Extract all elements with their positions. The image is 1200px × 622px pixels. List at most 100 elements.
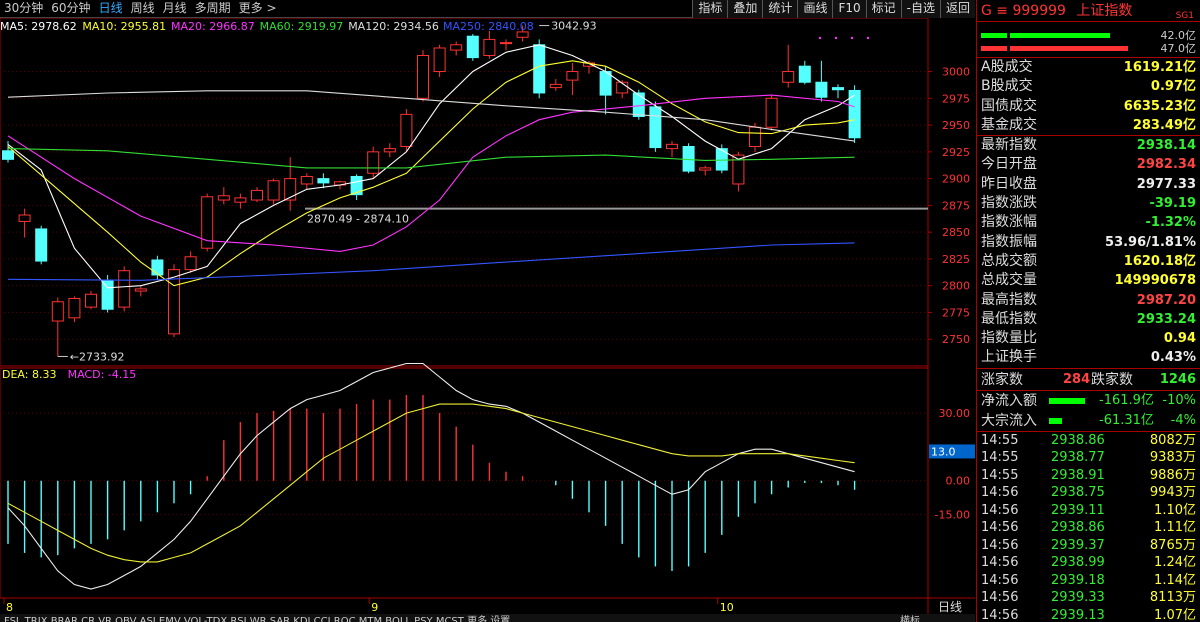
date-label: 8	[6, 601, 13, 614]
tick-price: 2939.11	[1051, 502, 1105, 518]
index-stat-value: -39.19	[1149, 196, 1196, 212]
toolbar-button-5[interactable]: 标记	[865, 0, 901, 18]
ma-legend-4: MA120: 2934.56	[348, 20, 439, 33]
candle-body	[798, 65, 811, 83]
period-tab-5[interactable]: 多周期	[191, 0, 235, 18]
candle-body	[599, 71, 612, 96]
tick-volume: 1.07亿	[1154, 607, 1196, 622]
annotation-label-0: 3042.93	[551, 20, 597, 33]
toolbar-button-1[interactable]: 叠加	[727, 0, 763, 18]
candle-body	[267, 180, 280, 201]
tick-time: 14:56	[981, 485, 1019, 501]
tick-volume: 1.11亿	[1154, 520, 1196, 536]
candle-body	[18, 214, 31, 222]
tick-price: 2939.18	[1051, 572, 1105, 588]
toolbar-button-4[interactable]: F10	[832, 0, 866, 18]
macd-legend-1: MACD: -4.15	[68, 368, 137, 381]
tick-volume: 8113万	[1149, 590, 1196, 606]
turnover-row-2: 国债成交 6635.23亿	[977, 97, 1200, 116]
fund-flow-label: 净流入额	[981, 392, 1037, 409]
tick-volume: 9886万	[1149, 467, 1196, 483]
toolbar-button-2[interactable]: 统计	[762, 0, 798, 18]
candle-body	[300, 175, 313, 185]
index-stat-value: 0.43%	[1150, 350, 1196, 366]
tick-price: 2938.91	[1051, 467, 1105, 483]
tick-time: 14:55	[981, 467, 1019, 483]
kline-chart-area[interactable]: 3000 2975 2950 2925 2900 2875 2850 2825 2800 2775…	[0, 18, 975, 622]
index-stat-row-8: 最高指数 2987.20	[977, 291, 1200, 310]
toolbar-button-0[interactable]: 指标	[692, 0, 728, 18]
up-count-label: 涨家数	[981, 371, 1023, 388]
fund-flow-pct: -10%	[1162, 392, 1196, 408]
period-tab-4[interactable]: 月线	[159, 0, 191, 18]
index-stat-row-1: 今日开盘 2982.34	[977, 155, 1200, 174]
index-stat-value: 2977.33	[1136, 176, 1196, 192]
ratio-bars: 42.0亿 47.0亿	[977, 22, 1200, 58]
tick-row-9: 14:56 2939.33 8113万	[977, 589, 1200, 607]
index-stat-label: 总成交量	[981, 272, 1037, 289]
fund-flow-value: -61.31亿	[1099, 412, 1154, 428]
advance-decline-row: 涨家数 284 跌家数 1246	[977, 369, 1200, 391]
kline-chart-svg[interactable]: 3000 2975 2950 2925 2900 2875 2850 2825 2800 2775…	[0, 18, 975, 622]
toolbar-button-6[interactable]: -自选	[900, 0, 940, 18]
index-stat-row-4: 指数涨幅 -1.32%	[977, 213, 1200, 232]
ma-legend-3: MA60: 2919.97	[260, 20, 344, 33]
tick-time: 14:56	[981, 607, 1019, 622]
fund-flow-row-1: 大宗流入 -61.31亿 -4%	[977, 411, 1200, 431]
index-stat-label: 指数涨幅	[981, 214, 1037, 231]
right-tab: 横标	[900, 614, 920, 622]
turnover-label: B股成交	[981, 78, 1033, 95]
ma-legend-1: MA10: 2955.81	[82, 20, 166, 33]
candle-body	[400, 113, 413, 147]
candle-body	[317, 178, 330, 184]
index-stat-value: 2933.24	[1136, 311, 1196, 327]
tick-price: 2938.86	[1051, 432, 1105, 448]
stock-code: G ≡ 999999	[981, 3, 1066, 19]
candle-body	[118, 270, 131, 308]
period-tabs: 30分钟 60分钟 日线 周线 月线 多周期 更多 >	[0, 0, 281, 18]
tick-volume: 8765万	[1149, 537, 1196, 553]
candle-body	[483, 38, 496, 56]
candle-body	[217, 195, 230, 201]
period-label: 日线	[938, 600, 962, 614]
tick-list[interactable]: 14:55 2938.86 8082万 14:55 2938.77 9383万 14:55 2…	[977, 432, 1200, 622]
indicator-tabs: FSL TRIX BRAR CR VR OBV ASI EMV VOL-TDX …	[4, 614, 510, 622]
toolbar-button-3[interactable]: 画线	[797, 0, 833, 18]
tick-row-10: 14:56 2939.13 1.07亿	[977, 607, 1200, 622]
period-tab-2[interactable]: 日线	[95, 0, 127, 18]
price-tick-label: 2900	[942, 173, 970, 186]
down-count-label: 跌家数	[1091, 371, 1133, 388]
toolbar-button-7[interactable]: 返回	[939, 0, 975, 18]
period-tab-1[interactable]: 60分钟	[47, 0, 94, 18]
index-stat-row-2: 昨日收盘 2977.33	[977, 175, 1200, 194]
index-stat-label: 最高指数	[981, 291, 1037, 308]
period-tab-3[interactable]: 周线	[127, 0, 159, 18]
period-tab-6[interactable]: 更多 >	[235, 0, 281, 18]
turnover-value: 283.49亿	[1132, 117, 1196, 133]
turnover-label: 国债成交	[981, 97, 1037, 114]
annotation-label-1: ←2733.92	[70, 350, 125, 363]
index-stat-row-9: 最低指数 2933.24	[977, 310, 1200, 329]
up-ratio-bar	[981, 33, 1007, 38]
turnover-label: A股成交	[981, 59, 1033, 75]
candle-body	[367, 151, 380, 174]
candle-body	[134, 288, 147, 292]
index-stat-row-10: 指数量比 0.94	[977, 329, 1200, 348]
up-ratio-bar-2	[1010, 33, 1110, 38]
price-tick-label: 2925	[942, 146, 970, 159]
tick-row-0: 14:55 2938.86 8082万	[977, 432, 1200, 450]
period-tab-0[interactable]: 30分钟	[0, 0, 47, 18]
candle-body	[450, 44, 463, 51]
index-stat-label: 昨日收盘	[981, 175, 1037, 192]
quote-panel: G ≡ 999999 上证指数 SG1 42.0亿 47.0亿 A股成交 1619…	[976, 0, 1200, 622]
down-count-value: 1246	[1159, 371, 1196, 387]
tick-row-3: 14:56 2938.75 9943万	[977, 484, 1200, 502]
tick-price: 2938.77	[1051, 450, 1105, 466]
candle-body	[433, 47, 446, 73]
fund-flow-bar	[1049, 417, 1062, 424]
index-stat-value: 53.96/1.81%	[1105, 234, 1196, 250]
index-stat-label: 最低指数	[981, 310, 1037, 327]
price-tick-label: 2975	[942, 92, 970, 105]
candle-body	[184, 256, 197, 271]
index-stat-value: -1.32%	[1145, 215, 1197, 231]
